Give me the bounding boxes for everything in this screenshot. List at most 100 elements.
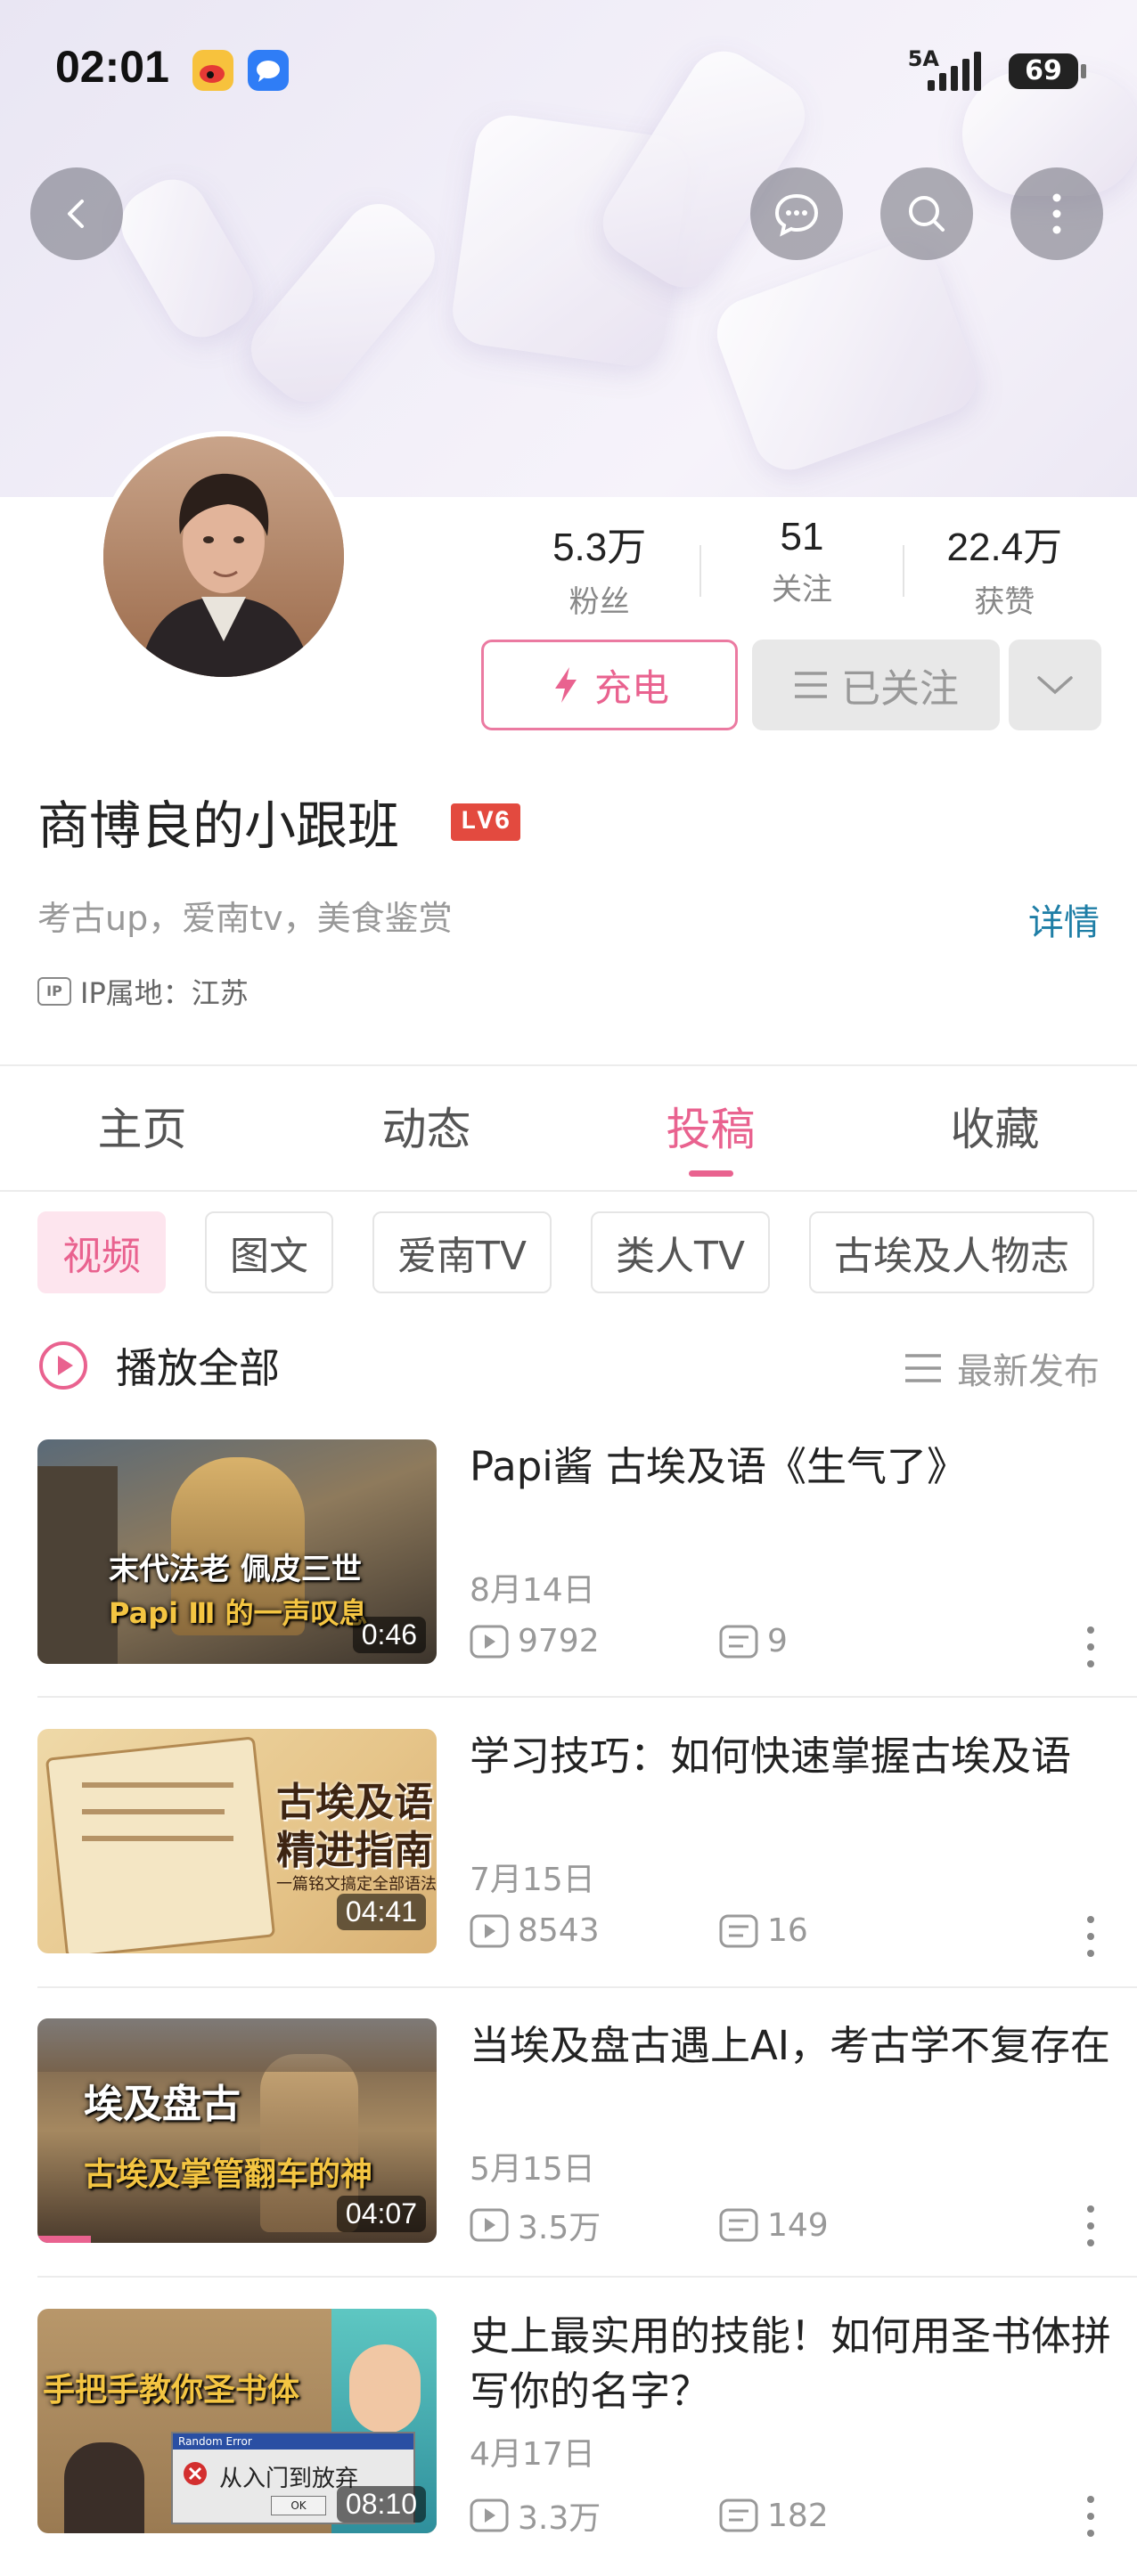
play-count-icon — [470, 1625, 509, 1658]
video-views: 9792 — [470, 1623, 719, 1659]
video-thumbnail[interactable]: 埃及盘古 古埃及掌管翻车的神 04:07 — [37, 2018, 437, 2243]
video-title: 史上最实用的技能！如何用圣书体拼写你的名字？ — [470, 2312, 1112, 2415]
tab-uploads[interactable]: 投稿 — [568, 1065, 853, 1190]
video-thumbnail[interactable]: 手把手教你圣书体 Random Error 从入门到放弃 OK 08:10 — [37, 2309, 437, 2533]
stat-label: 粉丝 — [568, 584, 630, 620]
sort-button[interactable]: 最新发布 — [904, 1342, 1100, 1394]
profile-name: 商博良的小跟班 — [37, 795, 400, 856]
comment-count: 16 — [767, 1912, 808, 1949]
stat-value: 51 — [780, 515, 824, 558]
profile-stats: 5.3万 粉丝 51 关注 22.4万 获赞 — [499, 515, 1105, 621]
comment-count: 149 — [767, 2206, 829, 2244]
chevron-down-icon — [1037, 676, 1073, 695]
message-button[interactable] — [750, 167, 843, 260]
video-item[interactable]: 埃及盘古 古埃及掌管翻车的神 04:07 当埃及盘古遇上AI，考古学不复存在 5… — [37, 2018, 1137, 2286]
chevron-left-icon — [68, 200, 84, 228]
sort-lines-icon — [905, 1354, 941, 1382]
video-thumbnail[interactable]: 古埃及语 精进指南 一篇铭文搞定全部语法 04:41 — [37, 1729, 437, 1953]
search-button[interactable] — [880, 167, 973, 260]
status-time: 02:01 — [55, 42, 169, 92]
ip-location: IP IP属地：江苏 — [37, 971, 249, 1012]
video-date: 7月15日 — [470, 1862, 595, 1898]
play-all-button[interactable]: 播放全部 — [37, 1336, 280, 1395]
video-item[interactable]: 手把手教你圣书体 Random Error 从入门到放弃 OK 08:10 史上… — [37, 2309, 1137, 2576]
message-notification-icon — [248, 50, 289, 91]
error-dialog-title: Random Error — [173, 2433, 413, 2450]
video-duration: 08:10 — [336, 2486, 426, 2523]
video-item[interactable]: 末代法老 佩皮三世 Papi Ⅲ 的一声叹息 0:46 Papi酱 古埃及语《生… — [37, 1439, 1137, 1707]
video-duration: 04:41 — [336, 1894, 426, 1930]
thumbnail-caption: 手把手教你圣书体 — [43, 2372, 300, 2409]
tab-favorites[interactable]: 收藏 — [853, 1065, 1137, 1190]
divider — [0, 1190, 1137, 1192]
comment-count-icon — [719, 1914, 758, 1947]
divider — [37, 2276, 1137, 2278]
error-icon — [184, 2462, 207, 2485]
play-all-label: 播放全部 — [116, 1344, 280, 1392]
stat-value: 5.3万 — [552, 526, 647, 569]
thumbnail-caption: Papi Ⅲ 的一声叹息 — [109, 1596, 368, 1630]
status-bar: 02:01 5A 69 — [0, 0, 1137, 143]
detail-link[interactable]: 详情 — [1028, 893, 1100, 945]
level-badge: LV6 — [451, 803, 520, 841]
video-comments: 182 — [719, 2498, 829, 2534]
more-options-button[interactable] — [1010, 167, 1103, 260]
avatar[interactable] — [98, 431, 349, 682]
profile-bio: 考古up，爱南tv，美食鉴赏 — [37, 899, 453, 938]
video-meta: 9792 9 — [470, 1623, 788, 1659]
followed-button[interactable]: 已关注 — [752, 640, 1000, 730]
video-more-icon[interactable] — [1082, 2496, 1100, 2537]
chip-ainan-tv[interactable]: 爱南TV — [372, 1211, 552, 1293]
view-count: 3.5万 — [518, 2210, 601, 2246]
video-more-icon[interactable] — [1082, 1626, 1100, 1667]
video-more-icon[interactable] — [1082, 2205, 1100, 2246]
more-vertical-icon — [1052, 193, 1061, 234]
stat-fans[interactable]: 5.3万 粉丝 — [499, 515, 699, 621]
comment-count-icon — [719, 2208, 758, 2242]
ip-icon: IP — [37, 977, 71, 1006]
chip-video[interactable]: 视频 — [37, 1211, 166, 1293]
comment-count-icon — [719, 2499, 758, 2532]
chip-egypt-figures[interactable]: 古埃及人物志 — [808, 1211, 1094, 1293]
video-date: 4月17日 — [470, 2436, 595, 2473]
play-count-icon — [470, 2208, 509, 2242]
stat-following[interactable]: 51 关注 — [701, 515, 902, 621]
back-button[interactable] — [30, 167, 123, 260]
chip-leiren-tv[interactable]: 类人TV — [590, 1211, 770, 1293]
lightning-icon — [554, 667, 577, 703]
watch-progress-bar — [37, 2236, 91, 2243]
thumbnail-caption: 一篇铭文搞定全部语法 — [276, 1875, 437, 1894]
charge-button[interactable]: 充电 — [481, 640, 738, 730]
sort-label: 最新发布 — [957, 1351, 1100, 1392]
divider — [37, 1986, 1137, 1988]
play-count-icon — [470, 2499, 509, 2532]
video-comments: 9 — [719, 1623, 788, 1659]
battery-indicator: 69 — [1009, 53, 1086, 89]
charge-label: 充电 — [593, 665, 669, 710]
tab-dynamics[interactable]: 动态 — [284, 1065, 568, 1190]
recommend-dropdown-button[interactable] — [1009, 640, 1101, 730]
filter-chips: 视频 图文 爱南TV 类人TV 古埃及人物志 — [37, 1211, 1094, 1297]
tab-home[interactable]: 主页 — [0, 1065, 284, 1190]
thumbnail-caption: 古埃及掌管翻车的神 — [84, 2156, 373, 2193]
chat-bubble-icon — [774, 193, 819, 237]
video-comments: 16 — [719, 1912, 808, 1949]
ip-text: IP属地：江苏 — [80, 976, 249, 1010]
video-meta: 3.3万 182 — [470, 2492, 829, 2539]
comment-count: 182 — [767, 2497, 829, 2534]
thumbnail-caption: 末代法老 佩皮三世 — [109, 1552, 362, 1587]
video-item[interactable]: 古埃及语 精进指南 一篇铭文搞定全部语法 04:41 学习技巧：如何快速掌握古埃… — [37, 1729, 1137, 1996]
stat-likes[interactable]: 22.4万 获赞 — [904, 515, 1105, 621]
search-icon — [909, 196, 945, 232]
weibo-notification-icon — [192, 50, 233, 91]
chip-image-text[interactable]: 图文 — [205, 1211, 333, 1293]
profile-tabs: 主页 动态 投稿 收藏 — [0, 1065, 1137, 1190]
video-more-icon[interactable] — [1082, 1916, 1100, 1957]
view-count: 9792 — [518, 1623, 600, 1659]
stat-value: 22.4万 — [946, 526, 1063, 569]
video-views: 3.5万 — [470, 2202, 719, 2248]
play-count-icon — [470, 1914, 509, 1947]
video-thumbnail[interactable]: 末代法老 佩皮三世 Papi Ⅲ 的一声叹息 0:46 — [37, 1439, 437, 1664]
video-date: 5月15日 — [470, 2151, 595, 2188]
signal-icon — [928, 52, 981, 91]
